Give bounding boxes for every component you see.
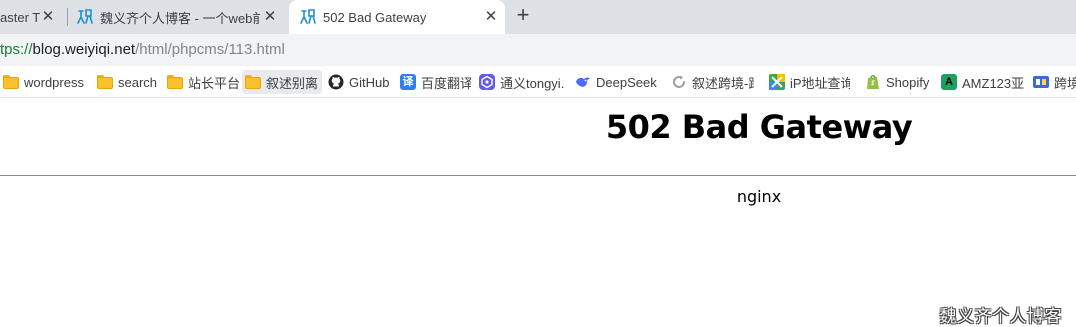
bookmark-label: Shopify: [886, 74, 930, 90]
bookmark-amz123[interactable]: A AMZ123亚: [938, 70, 1024, 94]
bookmark-crossborder[interactable]: 跨境: [1030, 70, 1076, 94]
url-scheme: tps://: [0, 41, 33, 58]
url-path: /html/phpcms/113.html: [135, 41, 285, 58]
tab-strip: aster T ✕ 魏义齐个人博客 - 一个web前 ✕ 502 Bad Gat…: [0, 0, 1076, 34]
tab-aster[interactable]: aster T ✕: [0, 0, 62, 34]
blog-favicon-icon: [300, 9, 316, 24]
bookmark-label: 百度翻译: [421, 75, 471, 91]
close-tab-icon[interactable]: ✕: [483, 9, 499, 25]
amz123-icon: A: [941, 74, 957, 90]
address-bar[interactable]: tps://blog.weiyiqi.net/html/phpcms/113.h…: [0, 34, 1076, 66]
bookmark-label: 站长平台: [188, 75, 240, 91]
bookmark-tongyi[interactable]: 通义tongyi.: [476, 70, 564, 94]
bookmarks-bar: wordpress search 站长平台 叙述别离 GitHub 译 百度翻译…: [0, 66, 1076, 98]
bookmark-github[interactable]: GitHub: [325, 70, 391, 94]
bookmark-label: GitHub: [349, 74, 390, 90]
tab-502-bad-gateway[interactable]: 502 Bad Gateway ✕: [289, 0, 505, 34]
tab-title: aster T: [0, 9, 41, 25]
folder-icon: [97, 74, 113, 90]
bookmark-label: 通义tongyi.: [500, 75, 564, 91]
bookmark-shopify[interactable]: Shopify: [862, 70, 932, 94]
close-tab-icon[interactable]: ✕: [262, 9, 278, 25]
bookmark-label: 叙述跨境-跨: [692, 75, 754, 91]
page-heading: 502 Bad Gateway: [605, 108, 913, 146]
bookmark-xushu-crossborder[interactable]: 叙述跨境-跨: [668, 70, 754, 94]
tab-title: 502 Bad Gateway: [323, 9, 427, 25]
tab-title: 魏义齐个人博客 - 一个web前: [100, 10, 260, 26]
bookmark-folder-search[interactable]: search: [94, 70, 160, 94]
bookmark-folder-webmaster[interactable]: 站长平台: [164, 70, 240, 94]
bookmark-deepseek[interactable]: DeepSeek: [572, 70, 658, 94]
baidu-translate-icon: 译: [400, 74, 416, 90]
bookmark-label: search: [118, 74, 158, 90]
tab-weiyiqi-blog[interactable]: 魏义齐个人博客 - 一个web前 ✕: [76, 0, 284, 34]
bookmark-baidu-translate[interactable]: 译 百度翻译: [397, 70, 471, 94]
server-name: nginx: [736, 187, 782, 206]
bookmark-label: wordpress: [24, 74, 84, 90]
tab-separator: [67, 8, 68, 26]
bookmark-label: AMZ123亚: [962, 75, 1024, 91]
bookmark-label: iP地址查询: [790, 75, 850, 91]
bookmark-label: DeepSeek: [596, 74, 657, 90]
bookmark-ip-lookup[interactable]: iP地址查询: [766, 70, 850, 94]
folder-icon: [245, 74, 261, 90]
ip-lookup-icon: [769, 74, 785, 90]
horizontal-rule: [0, 175, 1076, 176]
blog-favicon-icon: [77, 9, 93, 24]
url-text[interactable]: tps://blog.weiyiqi.net/html/phpcms/113.h…: [0, 41, 285, 58]
github-icon: [328, 74, 344, 90]
bookmark-label: 跨境: [1054, 75, 1076, 91]
new-tab-button[interactable]: +: [512, 4, 534, 27]
deepseek-icon: [576, 77, 590, 87]
bookmark-folder-xushubieli[interactable]: 叙述别离: [242, 70, 322, 94]
watermark-text: 魏义齐个人博客: [939, 307, 1062, 326]
bookmark-label: 叙述别离: [266, 75, 319, 91]
shopify-icon: [867, 75, 879, 89]
crossborder-icon: [1033, 76, 1049, 88]
refresh-logo-icon: [673, 75, 686, 88]
close-tab-icon[interactable]: ✕: [40, 9, 56, 25]
tongyi-icon: [479, 74, 495, 90]
url-host: blog.weiyiqi.net: [32, 41, 136, 58]
folder-icon: [3, 74, 19, 90]
bookmark-folder-wordpress[interactable]: wordpress: [0, 70, 90, 94]
folder-icon: [167, 74, 183, 90]
